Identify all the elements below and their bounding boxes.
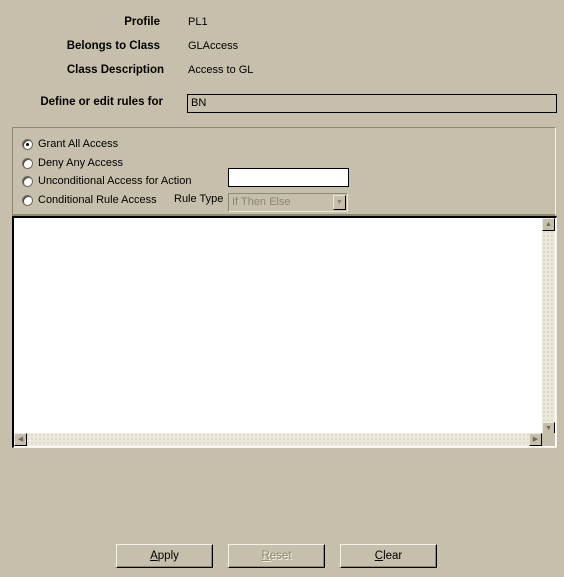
reset-mnemonic: R bbox=[261, 550, 270, 562]
vertical-scrollbar[interactable]: ▲ ▼ bbox=[542, 218, 555, 435]
class-description-label: Class Description bbox=[66, 64, 164, 76]
radio-label: Deny Any Access bbox=[38, 157, 123, 169]
class-value: GLAccess bbox=[188, 40, 239, 52]
reset-button[interactable]: Reset bbox=[228, 544, 325, 568]
reset-label: eset bbox=[269, 550, 292, 562]
radio-deny-any-access[interactable]: Deny Any Access bbox=[22, 157, 123, 169]
scroll-right-icon[interactable]: ▶ bbox=[529, 433, 542, 446]
horizontal-scrollbar[interactable]: ◀ ▶ bbox=[14, 433, 542, 446]
radio-unconditional-access[interactable]: Unconditional Access for Action bbox=[22, 175, 191, 187]
radio-grant-all-access[interactable]: Grant All Access bbox=[22, 138, 118, 150]
radio-label: Unconditional Access for Action bbox=[38, 175, 192, 187]
scroll-up-icon[interactable]: ▲ bbox=[542, 218, 555, 231]
class-label: Belongs to Class bbox=[66, 40, 160, 52]
radio-button-icon[interactable] bbox=[22, 138, 33, 150]
scrollbar-corner bbox=[542, 433, 555, 446]
apply-mnemonic: A bbox=[150, 550, 158, 562]
radio-conditional-rule-access[interactable]: Conditional Rule Access bbox=[22, 194, 157, 206]
clear-mnemonic: C bbox=[374, 550, 384, 562]
apply-button[interactable]: Apply bbox=[116, 544, 213, 568]
rules-textarea[interactable]: ▲ ▼ ◀ ▶ bbox=[12, 216, 557, 448]
radio-button-icon[interactable] bbox=[22, 175, 33, 187]
define-rules-label: Define or edit rules for bbox=[40, 96, 163, 108]
rule-type-label: Rule Type bbox=[174, 193, 224, 205]
radio-label: Conditional Rule Access bbox=[38, 194, 157, 206]
profile-label: Profile bbox=[124, 16, 160, 28]
action-input[interactable] bbox=[228, 168, 349, 187]
clear-label: lear bbox=[383, 550, 403, 562]
define-rules-field: BN bbox=[187, 94, 557, 113]
clear-button[interactable]: Clear bbox=[340, 544, 437, 568]
apply-label: pply bbox=[157, 550, 179, 562]
radio-label: Grant All Access bbox=[38, 138, 119, 150]
radio-button-icon[interactable] bbox=[22, 194, 33, 206]
profile-value: PL1 bbox=[188, 16, 208, 28]
scroll-left-icon[interactable]: ◀ bbox=[14, 433, 27, 446]
class-description-value: Access to GL bbox=[188, 64, 254, 76]
rule-type-selected: If Then Else bbox=[232, 196, 291, 208]
rule-type-select[interactable]: If Then Else ▼ bbox=[228, 193, 348, 212]
radio-button-icon[interactable] bbox=[22, 157, 33, 169]
chevron-down-icon[interactable]: ▼ bbox=[333, 195, 346, 210]
